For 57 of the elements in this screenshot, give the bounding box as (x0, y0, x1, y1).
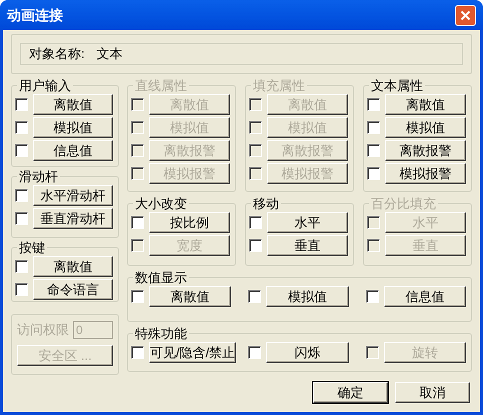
checkbox[interactable] (367, 98, 380, 111)
checkbox[interactable] (15, 189, 28, 202)
group-title: 文本属性 (370, 78, 424, 93)
option-button[interactable]: 水平滑动杆 (33, 185, 113, 206)
dialog-button[interactable]: 确定 (313, 382, 388, 403)
option-button[interactable]: 垂直滑动杆 (33, 208, 113, 229)
checkbox[interactable] (15, 212, 28, 225)
group-title: 滑动杆 (18, 169, 59, 184)
checkbox[interactable] (249, 216, 262, 229)
option-button[interactable]: 离散值 (33, 256, 113, 277)
option-button[interactable]: 垂直 (267, 235, 348, 256)
option-button[interactable]: 模拟值 (33, 117, 113, 138)
group-title: 直线属性 (134, 78, 188, 93)
object-name-value: 文本 (96, 45, 123, 64)
option-button[interactable]: 离散值 (33, 94, 113, 115)
window-title: 动画连接 (7, 6, 63, 24)
checkbox[interactable] (131, 290, 144, 303)
option-button[interactable]: 模拟报警 (385, 163, 466, 184)
object-name-label: 对象名称: (29, 45, 85, 64)
checkbox[interactable] (15, 121, 28, 134)
checkbox[interactable] (15, 98, 28, 111)
access-label: 访问权限 (17, 321, 69, 339)
option-button[interactable]: 闪烁 (266, 342, 349, 363)
option-button[interactable]: 信息值 (384, 286, 466, 307)
checkbox[interactable] (249, 239, 262, 252)
group-title: 特殊功能 (134, 326, 188, 341)
option-button[interactable]: 离散值 (385, 94, 466, 115)
option-button[interactable]: 模拟值 (385, 117, 466, 138)
group-title: 按键 (18, 240, 46, 255)
option-button[interactable]: 离散值 (149, 286, 232, 307)
checkbox[interactable] (131, 216, 144, 229)
group-title: 大小改变 (134, 196, 188, 211)
checkbox[interactable] (366, 290, 379, 303)
close-button[interactable] (455, 4, 476, 26)
option-button[interactable]: 命令语言 (33, 279, 113, 300)
checkbox[interactable] (367, 144, 380, 157)
option-button[interactable]: 模拟值 (266, 286, 349, 307)
group-title: 用户输入 (18, 78, 72, 93)
close-icon (460, 10, 471, 20)
checkbox[interactable] (248, 346, 262, 359)
checkbox[interactable] (131, 346, 144, 359)
group-title: 移动 (252, 196, 280, 211)
group-title: 数值显示 (134, 270, 188, 285)
checkbox[interactable] (15, 260, 28, 273)
option-button[interactable]: 按比例 (149, 212, 230, 233)
option-button[interactable]: 离散报警 (385, 140, 466, 161)
group-title: 填充属性 (252, 78, 306, 93)
checkbox[interactable] (15, 283, 28, 296)
option-button[interactable]: 信息值 (33, 140, 113, 161)
option-button[interactable]: 可见/隐含/禁止 (149, 342, 236, 363)
dialog-button[interactable]: 取消 (395, 382, 470, 403)
group-title: 百分比填充 (370, 196, 437, 211)
checkbox[interactable] (248, 290, 262, 303)
checkbox[interactable] (367, 167, 380, 180)
checkbox[interactable] (367, 121, 380, 134)
option-button[interactable]: 水平 (267, 212, 348, 233)
checkbox[interactable] (15, 144, 28, 157)
